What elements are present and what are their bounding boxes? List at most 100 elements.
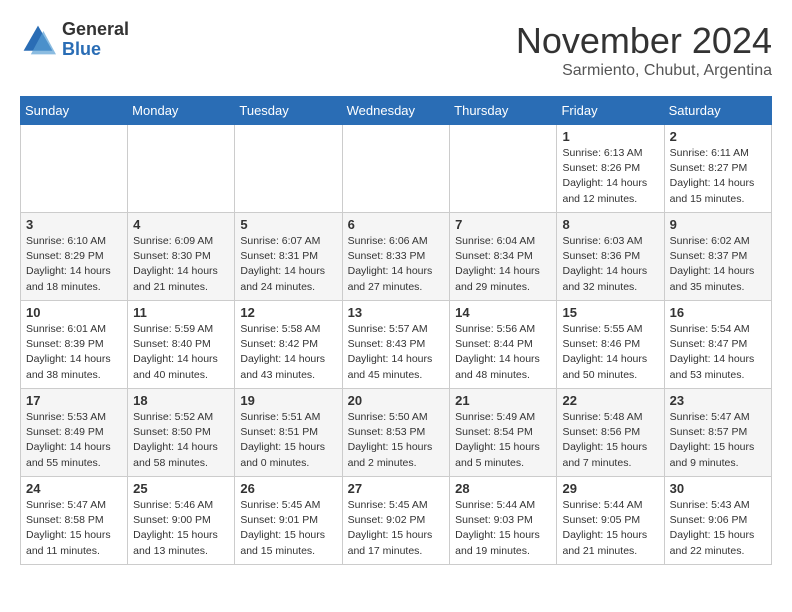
day-info: Sunrise: 5:57 AM Sunset: 8:43 PM Dayligh…	[348, 322, 445, 383]
calendar-cell	[342, 125, 450, 213]
day-number: 25	[133, 481, 229, 496]
calendar-cell: 14 Sunrise: 5:56 AM Sunset: 8:44 PM Dayli…	[450, 301, 557, 389]
calendar-cell: 11 Sunrise: 5:59 AM Sunset: 8:40 PM Dayli…	[128, 301, 235, 389]
day-info: Sunrise: 6:06 AM Sunset: 8:33 PM Dayligh…	[348, 234, 445, 295]
day-number: 13	[348, 305, 445, 320]
day-info: Sunrise: 5:46 AM Sunset: 9:00 PM Dayligh…	[133, 498, 229, 559]
logo: General Blue	[20, 20, 129, 60]
day-info: Sunrise: 6:11 AM Sunset: 8:27 PM Dayligh…	[670, 146, 766, 207]
day-number: 1	[562, 129, 658, 144]
day-number: 12	[240, 305, 336, 320]
day-info: Sunrise: 6:09 AM Sunset: 8:30 PM Dayligh…	[133, 234, 229, 295]
calendar-cell	[450, 125, 557, 213]
calendar-cell: 18 Sunrise: 5:52 AM Sunset: 8:50 PM Dayli…	[128, 389, 235, 477]
calendar-cell: 19 Sunrise: 5:51 AM Sunset: 8:51 PM Dayli…	[235, 389, 342, 477]
calendar-day-header: Thursday	[450, 97, 557, 125]
logo-text: General Blue	[62, 20, 129, 60]
day-number: 28	[455, 481, 551, 496]
calendar-cell: 10 Sunrise: 6:01 AM Sunset: 8:39 PM Dayli…	[21, 301, 128, 389]
calendar-cell: 5 Sunrise: 6:07 AM Sunset: 8:31 PM Daylig…	[235, 213, 342, 301]
day-number: 16	[670, 305, 766, 320]
calendar-cell	[235, 125, 342, 213]
day-info: Sunrise: 5:58 AM Sunset: 8:42 PM Dayligh…	[240, 322, 336, 383]
calendar-day-header: Saturday	[664, 97, 771, 125]
day-info: Sunrise: 6:01 AM Sunset: 8:39 PM Dayligh…	[26, 322, 122, 383]
day-info: Sunrise: 5:50 AM Sunset: 8:53 PM Dayligh…	[348, 410, 445, 471]
day-number: 24	[26, 481, 122, 496]
day-info: Sunrise: 6:03 AM Sunset: 8:36 PM Dayligh…	[562, 234, 658, 295]
day-info: Sunrise: 6:02 AM Sunset: 8:37 PM Dayligh…	[670, 234, 766, 295]
day-info: Sunrise: 5:54 AM Sunset: 8:47 PM Dayligh…	[670, 322, 766, 383]
calendar-day-header: Wednesday	[342, 97, 450, 125]
calendar-cell: 8 Sunrise: 6:03 AM Sunset: 8:36 PM Daylig…	[557, 213, 664, 301]
calendar-cell	[21, 125, 128, 213]
day-info: Sunrise: 5:59 AM Sunset: 8:40 PM Dayligh…	[133, 322, 229, 383]
calendar-cell: 21 Sunrise: 5:49 AM Sunset: 8:54 PM Dayli…	[450, 389, 557, 477]
calendar-body: 1Sunrise: 6:13 AM Sunset: 8:26 PM Daylig…	[21, 125, 772, 565]
calendar-cell: 30 Sunrise: 5:43 AM Sunset: 9:06 PM Dayli…	[664, 477, 771, 565]
calendar-cell: 28 Sunrise: 5:44 AM Sunset: 9:03 PM Dayli…	[450, 477, 557, 565]
day-info: Sunrise: 5:47 AM Sunset: 8:57 PM Dayligh…	[670, 410, 766, 471]
calendar-cell: 15Sunrise: 5:55 AM Sunset: 8:46 PM Dayli…	[557, 301, 664, 389]
calendar-cell: 6 Sunrise: 6:06 AM Sunset: 8:33 PM Daylig…	[342, 213, 450, 301]
day-number: 20	[348, 393, 445, 408]
day-info: Sunrise: 5:43 AM Sunset: 9:06 PM Dayligh…	[670, 498, 766, 559]
day-number: 26	[240, 481, 336, 496]
day-number: 5	[240, 217, 336, 232]
calendar-table: SundayMondayTuesdayWednesdayThursdayFrid…	[20, 96, 772, 565]
calendar-cell: 17 Sunrise: 5:53 AM Sunset: 8:49 PM Dayli…	[21, 389, 128, 477]
day-number: 11	[133, 305, 229, 320]
calendar-cell: 2 Sunrise: 6:11 AM Sunset: 8:27 PM Daylig…	[664, 125, 771, 213]
day-number: 4	[133, 217, 229, 232]
day-number: 21	[455, 393, 551, 408]
day-number: 17	[26, 393, 122, 408]
day-info: Sunrise: 5:52 AM Sunset: 8:50 PM Dayligh…	[133, 410, 229, 471]
calendar-cell: 16 Sunrise: 5:54 AM Sunset: 8:47 PM Dayli…	[664, 301, 771, 389]
calendar-cell: 20 Sunrise: 5:50 AM Sunset: 8:53 PM Dayli…	[342, 389, 450, 477]
calendar-cell: 24 Sunrise: 5:47 AM Sunset: 8:58 PM Dayli…	[21, 477, 128, 565]
calendar-week-row: 24 Sunrise: 5:47 AM Sunset: 8:58 PM Dayli…	[21, 477, 772, 565]
day-number: 9	[670, 217, 766, 232]
day-info: Sunrise: 5:44 AM Sunset: 9:03 PM Dayligh…	[455, 498, 551, 559]
day-number: 10	[26, 305, 122, 320]
day-number: 30	[670, 481, 766, 496]
day-number: 7	[455, 217, 551, 232]
day-info: Sunrise: 5:56 AM Sunset: 8:44 PM Dayligh…	[455, 322, 551, 383]
calendar-cell: 22 Sunrise: 5:48 AM Sunset: 8:56 PM Dayli…	[557, 389, 664, 477]
day-number: 6	[348, 217, 445, 232]
calendar-cell: 12 Sunrise: 5:58 AM Sunset: 8:42 PM Dayli…	[235, 301, 342, 389]
day-number: 18	[133, 393, 229, 408]
day-info: Sunrise: 6:07 AM Sunset: 8:31 PM Dayligh…	[240, 234, 336, 295]
calendar-day-header: Tuesday	[235, 97, 342, 125]
calendar-cell: 9 Sunrise: 6:02 AM Sunset: 8:37 PM Daylig…	[664, 213, 771, 301]
calendar-week-row: 10 Sunrise: 6:01 AM Sunset: 8:39 PM Dayli…	[21, 301, 772, 389]
day-info: Sunrise: 5:51 AM Sunset: 8:51 PM Dayligh…	[240, 410, 336, 471]
day-info: Sunrise: 5:45 AM Sunset: 9:01 PM Dayligh…	[240, 498, 336, 559]
calendar-week-row: 1Sunrise: 6:13 AM Sunset: 8:26 PM Daylig…	[21, 125, 772, 213]
day-info: Sunrise: 5:49 AM Sunset: 8:54 PM Dayligh…	[455, 410, 551, 471]
calendar-header-row: SundayMondayTuesdayWednesdayThursdayFrid…	[21, 97, 772, 125]
day-info: Sunrise: 5:53 AM Sunset: 8:49 PM Dayligh…	[26, 410, 122, 471]
day-info: Sunrise: 5:55 AM Sunset: 8:46 PM Dayligh…	[562, 322, 658, 383]
day-number: 8	[562, 217, 658, 232]
calendar-week-row: 17 Sunrise: 5:53 AM Sunset: 8:49 PM Dayli…	[21, 389, 772, 477]
title-block: November 2024 Sarmiento, Chubut, Argenti…	[516, 20, 772, 80]
calendar-cell: 13 Sunrise: 5:57 AM Sunset: 8:43 PM Dayli…	[342, 301, 450, 389]
day-number: 19	[240, 393, 336, 408]
day-number: 22	[562, 393, 658, 408]
calendar-cell: 4 Sunrise: 6:09 AM Sunset: 8:30 PM Daylig…	[128, 213, 235, 301]
day-number: 14	[455, 305, 551, 320]
day-number: 27	[348, 481, 445, 496]
page-header: General Blue November 2024 Sarmiento, Ch…	[20, 20, 772, 80]
calendar-cell: 27 Sunrise: 5:45 AM Sunset: 9:02 PM Dayli…	[342, 477, 450, 565]
calendar-cell: 23Sunrise: 5:47 AM Sunset: 8:57 PM Dayli…	[664, 389, 771, 477]
calendar-week-row: 3Sunrise: 6:10 AM Sunset: 8:29 PM Daylig…	[21, 213, 772, 301]
calendar-cell: 26 Sunrise: 5:45 AM Sunset: 9:01 PM Dayli…	[235, 477, 342, 565]
day-info: Sunrise: 6:04 AM Sunset: 8:34 PM Dayligh…	[455, 234, 551, 295]
day-info: Sunrise: 5:47 AM Sunset: 8:58 PM Dayligh…	[26, 498, 122, 559]
day-number: 2	[670, 129, 766, 144]
day-info: Sunrise: 5:48 AM Sunset: 8:56 PM Dayligh…	[562, 410, 658, 471]
day-info: Sunrise: 5:45 AM Sunset: 9:02 PM Dayligh…	[348, 498, 445, 559]
day-number: 3	[26, 217, 122, 232]
calendar-cell: 7 Sunrise: 6:04 AM Sunset: 8:34 PM Daylig…	[450, 213, 557, 301]
